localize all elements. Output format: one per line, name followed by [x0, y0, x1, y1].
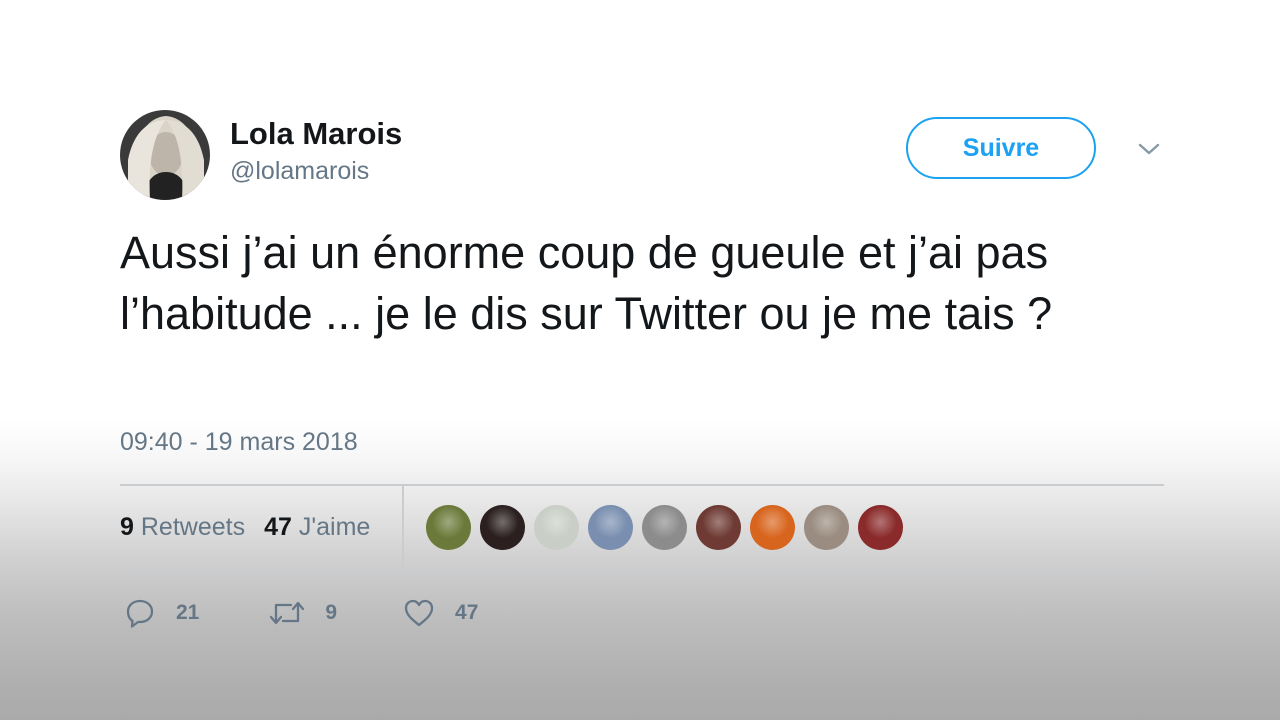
tweet-actions: 21 9 47: [124, 596, 478, 630]
liker-avatar[interactable]: [426, 505, 471, 550]
retweets-stat-count: 9: [120, 512, 134, 541]
heart-icon: [403, 598, 435, 628]
stats-separator: [402, 484, 404, 570]
liker-avatar[interactable]: [750, 505, 795, 550]
tweet-text: Aussi j’ai un énorme coup de gueule et j…: [120, 227, 1053, 339]
likes-stat-count: 47: [264, 512, 292, 541]
tweet-card: Lola Marois @lolamarois Suivre Aussi j’a…: [120, 110, 1164, 720]
reply-action[interactable]: 21: [124, 597, 199, 629]
engagement-stats: 9 Retweets 47 J'aime: [120, 484, 389, 570]
follow-button[interactable]: Suivre: [906, 117, 1096, 179]
retweet-action[interactable]: 9: [269, 598, 337, 628]
liker-avatar[interactable]: [480, 505, 525, 550]
chevron-down-icon[interactable]: [1136, 140, 1162, 158]
likes-stat-label: J'aime: [298, 512, 371, 541]
reply-count: 21: [176, 601, 200, 624]
divider: [120, 570, 1164, 572]
retweet-count: 9: [325, 601, 338, 624]
liker-avatar[interactable]: [642, 505, 687, 550]
like-action[interactable]: 47: [403, 598, 478, 628]
liker-avatars: [426, 505, 912, 550]
liker-avatar[interactable]: [696, 505, 741, 550]
liker-avatar[interactable]: [588, 505, 633, 550]
author-handle[interactable]: @lolamarois: [230, 157, 369, 186]
like-count: 47: [455, 601, 479, 624]
liker-avatar[interactable]: [858, 505, 903, 550]
tweet-timestamp[interactable]: 09:40 - 19 mars 2018: [120, 428, 358, 457]
author-avatar[interactable]: [120, 110, 210, 200]
retweets-stat[interactable]: 9 Retweets: [120, 513, 245, 542]
likes-stat[interactable]: 47 J'aime: [264, 513, 370, 542]
retweet-icon: [269, 598, 305, 628]
reply-icon: [124, 597, 156, 629]
author-name[interactable]: Lola Marois: [230, 116, 402, 152]
liker-avatar[interactable]: [804, 505, 849, 550]
liker-avatar[interactable]: [534, 505, 579, 550]
retweets-stat-label: Retweets: [140, 512, 246, 541]
